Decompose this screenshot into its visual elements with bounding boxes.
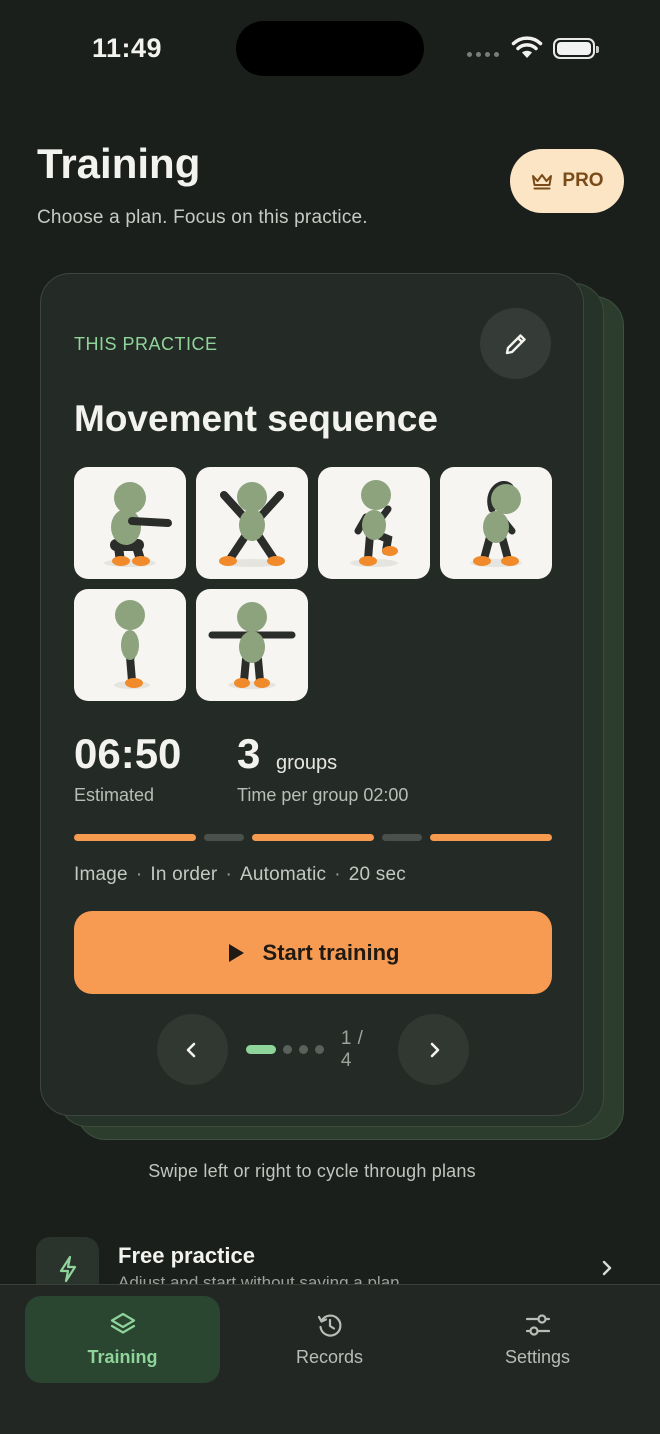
exercise-thumbnail[interactable] xyxy=(74,467,186,579)
side-stretch-figure-icon xyxy=(470,481,522,567)
meta-separator: · xyxy=(135,864,143,885)
pro-button[interactable]: PRO xyxy=(510,149,624,213)
plan-meta: Image · In order · Automatic · 20 sec xyxy=(74,864,406,886)
start-training-label: Start training xyxy=(262,939,400,965)
start-training-button[interactable]: Start training xyxy=(74,911,552,994)
play-icon xyxy=(228,943,244,962)
squat-figure-icon xyxy=(104,482,172,567)
pencil-icon xyxy=(505,333,526,354)
swipe-hint: Swipe left or right to cycle through pla… xyxy=(148,1161,476,1181)
tab-records[interactable]: Records xyxy=(232,1296,427,1383)
tab-bar: Training Records Settings xyxy=(0,1284,660,1434)
page-title: Training xyxy=(37,140,201,187)
page-dot xyxy=(314,1045,324,1054)
estimated-time-label: Estimated xyxy=(74,785,155,805)
cellular-signal-icon xyxy=(467,52,499,57)
timeline-group-segment xyxy=(74,834,196,841)
history-icon xyxy=(317,1314,341,1337)
meta-order: In order xyxy=(150,864,218,885)
arms-out-figure-icon xyxy=(208,602,296,689)
standing-figure-icon xyxy=(114,600,150,689)
timeline-rest-segment xyxy=(204,834,244,841)
plan-card[interactable]: THIS PRACTICE Movement sequence 06:50 Es… xyxy=(40,273,584,1116)
exercise-thumbnail[interactable] xyxy=(196,589,308,701)
edit-plan-button[interactable] xyxy=(480,308,551,379)
jumping-jack-figure-icon xyxy=(219,482,285,567)
meta-display-mode: Image xyxy=(74,864,128,885)
exercise-thumbnail[interactable] xyxy=(318,467,430,579)
plan-pager: 1 / 4 xyxy=(157,1014,469,1085)
timeline-rest-segment xyxy=(382,834,422,841)
tab-label: Settings xyxy=(504,1347,571,1367)
timeline-group-segment xyxy=(430,834,552,841)
free-practice-title: Free practice xyxy=(118,1243,255,1268)
exercise-thumbnail[interactable] xyxy=(196,467,308,579)
battery-icon xyxy=(553,38,599,59)
plan-title: Movement sequence xyxy=(74,398,438,439)
estimated-time-value: 06:50 xyxy=(74,730,182,777)
chevron-right-icon xyxy=(430,1042,439,1057)
page-dot xyxy=(298,1045,308,1054)
time-per-group-label: Time per group 02:00 xyxy=(237,785,409,805)
high-knees-figure-icon xyxy=(350,480,398,567)
chevron-right-icon xyxy=(602,1260,612,1276)
group-timeline xyxy=(74,834,552,841)
meta-separator: · xyxy=(334,864,341,885)
next-plan-button[interactable] xyxy=(398,1014,469,1085)
tab-label: Records xyxy=(295,1347,364,1367)
exercise-thumbnails xyxy=(74,467,554,701)
tab-settings[interactable]: Settings xyxy=(440,1296,635,1383)
timeline-group-segment xyxy=(252,834,374,841)
page-indicator xyxy=(245,1045,324,1054)
card-eyebrow: THIS PRACTICE xyxy=(74,334,218,354)
page-dot xyxy=(282,1045,292,1054)
dynamic-island xyxy=(236,21,424,76)
page-subtitle: Choose a plan. Focus on this practice. xyxy=(37,207,368,228)
meta-interval: 20 sec xyxy=(348,864,406,885)
groups-count: 3 xyxy=(237,730,261,777)
groups-unit: groups xyxy=(276,752,338,774)
exercise-thumbnail[interactable] xyxy=(440,467,552,579)
status-time: 11:49 xyxy=(92,33,163,63)
sliders-icon xyxy=(525,1314,550,1336)
meta-advance: Automatic xyxy=(239,864,327,885)
wifi-icon xyxy=(511,36,543,58)
crown-icon xyxy=(532,174,553,190)
tab-training[interactable]: Training xyxy=(25,1296,220,1383)
tab-label: Training xyxy=(87,1347,158,1367)
meta-separator: · xyxy=(225,864,232,885)
previous-plan-button[interactable] xyxy=(157,1014,228,1085)
pro-label: PRO xyxy=(562,170,604,191)
chevron-left-icon xyxy=(187,1042,196,1057)
page-dot-active xyxy=(245,1045,276,1054)
exercise-thumbnail[interactable] xyxy=(74,589,186,701)
layers-icon xyxy=(110,1312,135,1334)
free-practice-row[interactable]: Free practice Adjust and start without s… xyxy=(36,1237,626,1300)
page-count: 1 / 4 xyxy=(340,1027,364,1071)
